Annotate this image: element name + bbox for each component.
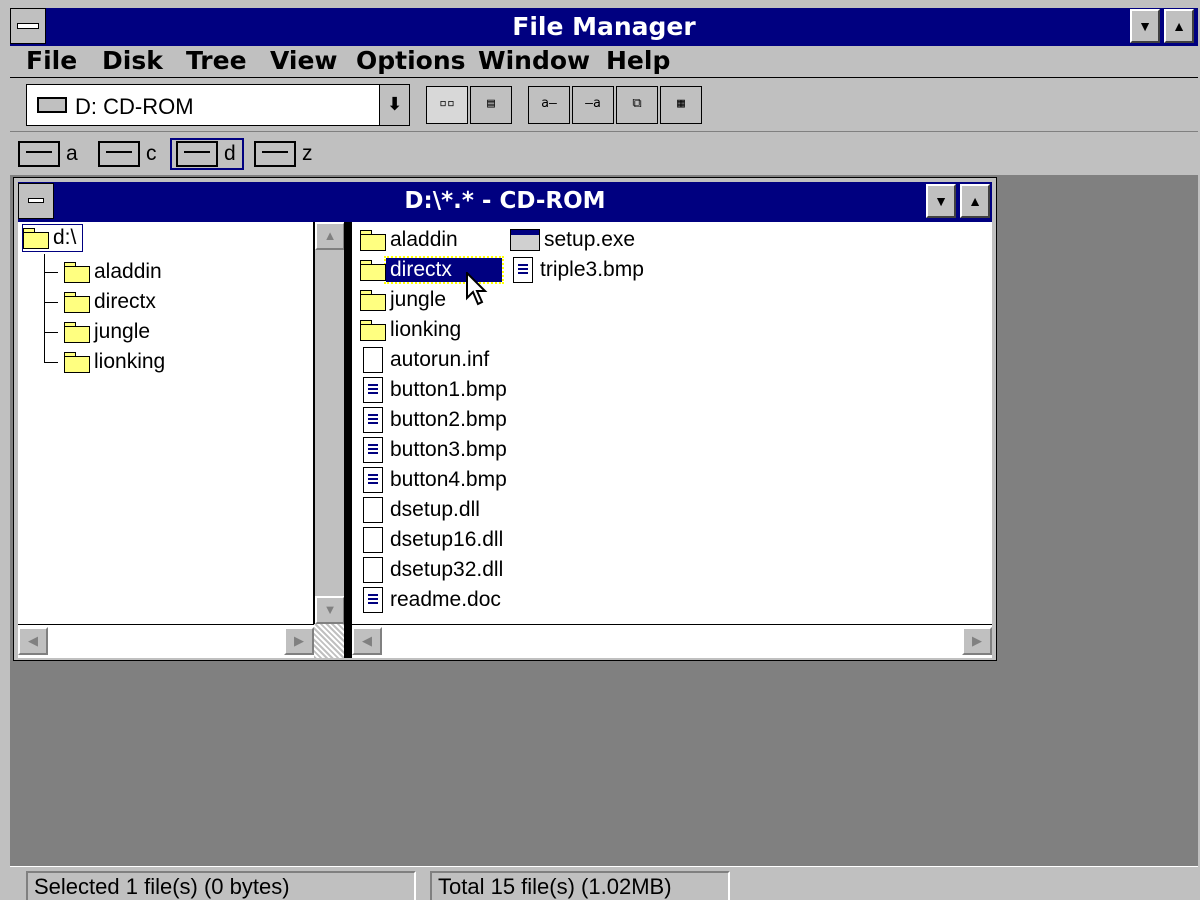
scroll-down-icon[interactable]: ▼	[315, 596, 345, 624]
list-item[interactable]: autorun.inf	[360, 346, 493, 374]
file-icon	[363, 557, 383, 583]
drive-z[interactable]: z	[254, 138, 313, 170]
directory-window-title-bar[interactable]: D:\*.* - CD-ROM ▼ ▲	[18, 182, 992, 222]
folder-icon	[64, 352, 90, 373]
file-horizontal-scrollbar[interactable]: ◀ ▶	[352, 624, 992, 658]
child-maximize-button[interactable]: ▲	[960, 184, 990, 218]
child-minimize-button[interactable]: ▼	[926, 184, 956, 218]
maximize-button[interactable]: ▲	[1164, 9, 1194, 43]
list-item[interactable]: dsetup32.dll	[360, 556, 507, 584]
drive-c[interactable]: c	[98, 138, 157, 170]
list-item[interactable]: dsetup.dll	[360, 496, 484, 524]
scroll-up-icon[interactable]: ▲	[315, 222, 345, 250]
title-bar[interactable]: File Manager ▼ ▲	[10, 8, 1198, 46]
network-drive-icon	[254, 141, 296, 167]
menu-disk[interactable]: Disk	[102, 46, 163, 75]
tree-horizontal-scrollbar[interactable]: ◀ ▶	[18, 624, 314, 658]
scroll-right-icon[interactable]: ▶	[284, 627, 314, 655]
file-icon	[363, 497, 383, 523]
drive-letter: c	[146, 142, 157, 165]
document-icon	[363, 437, 383, 463]
size-box	[314, 624, 344, 658]
drive-letter: a	[66, 142, 78, 165]
directory-window-title: D:\*.* - CD-ROM	[404, 188, 606, 214]
tree-root[interactable]: d:\	[22, 224, 84, 252]
menu-tree[interactable]: Tree	[186, 46, 247, 75]
document-icon	[513, 257, 533, 283]
document-icon	[363, 377, 383, 403]
menu-help[interactable]: Help	[606, 46, 670, 75]
cd-drive-icon	[176, 141, 218, 167]
menu-file[interactable]: File	[26, 46, 77, 75]
floppy-drive-icon	[18, 141, 60, 167]
document-icon	[363, 587, 383, 613]
sort-by-type-button[interactable]: –a	[572, 86, 614, 124]
mouse-pointer-icon	[466, 272, 488, 306]
file-icon	[363, 527, 383, 553]
list-item[interactable]: button4.bmp	[360, 466, 511, 494]
drive-select[interactable]: D: CD-ROM ⬇	[26, 84, 410, 126]
menu-view[interactable]: View	[270, 46, 338, 75]
list-item[interactable]: jungle	[360, 286, 450, 314]
folder-icon	[360, 320, 386, 341]
connect-network-drive-button[interactable]: ▫▫	[426, 86, 468, 124]
list-item[interactable]: readme.doc	[360, 586, 505, 614]
directory-window: D:\*.* - CD-ROM ▼ ▲ d:\ aladdin directx …	[13, 177, 997, 661]
drive-a[interactable]: a	[18, 138, 78, 170]
tree-vertical-scrollbar[interactable]: ▲ ▼	[314, 222, 345, 624]
list-item[interactable]: dsetup16.dll	[360, 526, 507, 554]
view-details-button[interactable]: ⧉	[616, 86, 658, 124]
sort-by-name-button[interactable]: a–	[528, 86, 570, 124]
status-bar: Selected 1 file(s) (0 bytes) Total 15 fi…	[10, 866, 1198, 900]
tree-item-jungle[interactable]: jungle	[64, 318, 154, 346]
scroll-right-icon[interactable]: ▶	[962, 627, 992, 655]
folder-icon	[64, 292, 90, 313]
disconnect-network-drive-button[interactable]: ▤	[470, 86, 512, 124]
folder-icon	[360, 260, 386, 281]
status-selected: Selected 1 file(s) (0 bytes)	[26, 871, 416, 900]
scroll-left-icon[interactable]: ◀	[18, 627, 48, 655]
drive-select-value: D: CD-ROM	[75, 94, 194, 119]
list-item[interactable]: button1.bmp	[360, 376, 511, 404]
list-item[interactable]: triple3.bmp	[510, 256, 648, 284]
minimize-button[interactable]: ▼	[1130, 9, 1160, 43]
document-icon	[363, 407, 383, 433]
menu-options[interactable]: Options	[356, 46, 466, 75]
tree-item-directx[interactable]: directx	[64, 288, 160, 316]
drive-bar: a c d z	[10, 132, 1198, 176]
file-list: aladdin directx jungle lionking autorun.…	[352, 222, 992, 624]
list-item[interactable]: button2.bmp	[360, 406, 511, 434]
list-item[interactable]: lionking	[360, 316, 465, 344]
drive-d[interactable]: d	[170, 138, 244, 170]
tree-item-lionking[interactable]: lionking	[64, 348, 169, 376]
open-folder-icon	[23, 228, 49, 249]
menu-window[interactable]: Window	[478, 46, 590, 75]
program-icon	[510, 229, 540, 251]
folder-icon	[64, 322, 90, 343]
window-title: File Manager	[512, 12, 696, 41]
folder-icon	[64, 262, 90, 283]
folder-icon	[360, 290, 386, 311]
document-icon	[363, 467, 383, 493]
status-total: Total 15 file(s) (1.02MB)	[430, 871, 730, 900]
cd-drive-icon	[37, 97, 67, 113]
file-icon	[363, 347, 383, 373]
file-manager-window: File Manager ▼ ▲ File Disk Tree View Opt…	[0, 0, 1200, 900]
folder-icon	[360, 230, 386, 251]
menu-bar: File Disk Tree View Options Window Help	[10, 46, 1198, 78]
list-item[interactable]: setup.exe	[510, 226, 639, 254]
list-item[interactable]: button3.bmp	[360, 436, 511, 464]
dropdown-arrow-icon[interactable]: ⬇	[379, 85, 409, 125]
mdi-workspace: D:\*.* - CD-ROM ▼ ▲ d:\ aladdin directx …	[10, 176, 1198, 866]
scroll-left-icon[interactable]: ◀	[352, 627, 382, 655]
directory-tree: d:\ aladdin directx jungle lionking	[18, 222, 314, 624]
toolbar: D: CD-ROM ⬇ ▫▫ ▤ a– –a ⧉ ▦	[10, 78, 1198, 132]
list-item[interactable]: aladdin	[360, 226, 462, 254]
view-all-details-button[interactable]: ▦	[660, 86, 702, 124]
drive-letter: z	[302, 142, 313, 165]
drive-letter: d	[224, 142, 236, 165]
pane-splitter[interactable]	[344, 222, 352, 658]
hard-disk-icon	[98, 141, 140, 167]
tree-item-aladdin[interactable]: aladdin	[64, 258, 166, 286]
